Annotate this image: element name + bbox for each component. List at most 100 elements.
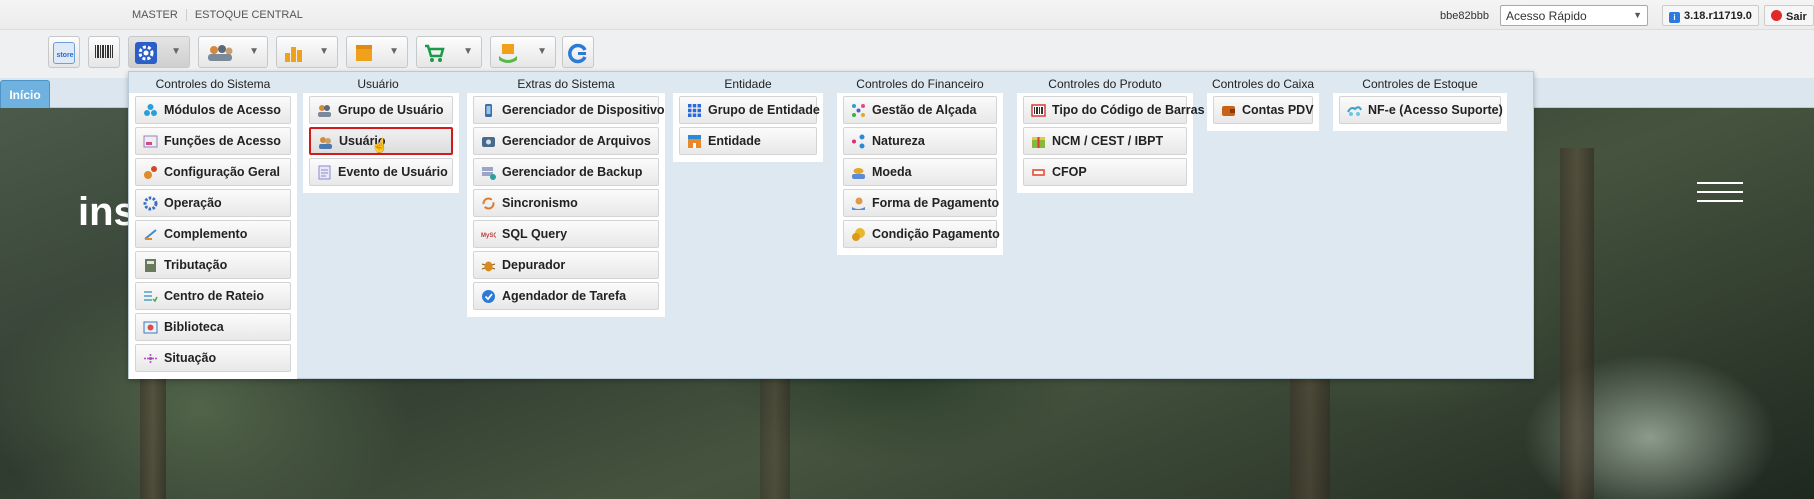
- menu-item-complemento[interactable]: Complemento: [135, 220, 291, 248]
- breadcrumb: MASTER ESTOQUE CENTRAL: [132, 9, 311, 22]
- box-menu-button[interactable]: ▼: [346, 36, 408, 68]
- menu-item-natureza[interactable]: Natureza: [843, 127, 997, 155]
- users-menu-button[interactable]: ▼: [198, 36, 268, 68]
- reports-menu-button[interactable]: ▼: [276, 36, 338, 68]
- column-title: Usuário: [357, 77, 399, 91]
- menu-item-tipo-codigo-barras[interactable]: Tipo do Código de Barras: [1023, 96, 1205, 124]
- chevron-down-icon: ▼: [1633, 10, 1642, 20]
- store-button[interactable]: store: [48, 36, 80, 68]
- breadcrumb-company[interactable]: MASTER: [132, 9, 178, 21]
- menu-item-grupo-usuario[interactable]: Grupo de Usuário: [309, 96, 453, 124]
- menu-item-label: Natureza: [872, 134, 925, 148]
- menu-item-label: Gerenciador de Backup: [502, 165, 643, 179]
- menu-item-label: Tipo do Código de Barras: [1052, 103, 1205, 117]
- menu-item-tributacao[interactable]: Tributação: [135, 251, 291, 279]
- column-title: Controles do Caixa: [1211, 77, 1315, 91]
- approval-icon: [851, 103, 866, 118]
- menu-item-label: Contas PDV: [1242, 103, 1314, 117]
- menu-item-centro-rateio[interactable]: Centro de Rateio: [135, 282, 291, 310]
- cart-menu-button[interactable]: ▼: [416, 36, 482, 68]
- menu-item-cfop[interactable]: CFOP: [1023, 158, 1187, 186]
- column-panel: NF-e (Acesso Suporte): [1333, 93, 1507, 131]
- menu-item-label: Configuração Geral: [164, 165, 280, 179]
- menu-item-evento-usuario[interactable]: Evento de Usuário: [309, 158, 453, 186]
- menu-item-label: NCM / CEST / IBPT: [1052, 134, 1164, 148]
- power-icon: [1771, 10, 1782, 21]
- column-panel: Grupo de Entidade Entidade: [673, 93, 823, 162]
- column-panel: Tipo do Código de Barras NCM / CEST / IB…: [1017, 93, 1205, 193]
- version-badge[interactable]: i 3.18.r11719.0: [1662, 5, 1759, 26]
- barcode-icon: [93, 42, 115, 64]
- menu-item-depurador[interactable]: Depurador: [473, 251, 659, 279]
- entity-group-icon: [687, 103, 702, 118]
- menu-item-usuario[interactable]: Usuário ☝: [309, 127, 453, 155]
- menu-column-finance: Controles do Financeiro Gestão de Alçada…: [837, 72, 1003, 255]
- menu-item-sincronismo[interactable]: Sincronismo: [473, 189, 659, 217]
- cart-icon: [423, 42, 445, 64]
- menu-column-extras: Extras do Sistema Gerenciador de Disposi…: [467, 72, 665, 317]
- library-icon: [143, 320, 158, 335]
- sync-icon: [481, 196, 496, 211]
- top-header: MASTER ESTOQUE CENTRAL bbe82bbb Acesso Rá…: [0, 0, 1814, 30]
- menu-item-moeda[interactable]: Moeda: [843, 158, 997, 186]
- operation-gear-icon: [143, 196, 158, 211]
- menu-item-gerenciador-arquivos[interactable]: Gerenciador de Arquivos: [473, 127, 659, 155]
- chevron-down-icon: ▼: [537, 46, 547, 57]
- settings-menu-button[interactable]: ▼: [128, 36, 190, 68]
- menu-item-label: Gestão de Alçada: [872, 103, 977, 117]
- menu-column-product: Controles do Produto Tipo do Código de B…: [1017, 72, 1205, 193]
- menu-item-label: Funções de Acesso: [164, 134, 281, 148]
- barcode-type-icon: [1031, 103, 1046, 118]
- menu-item-label: Centro de Rateio: [164, 289, 265, 303]
- menu-item-grupo-entidade[interactable]: Grupo de Entidade: [679, 96, 820, 124]
- menu-item-forma-pagamento[interactable]: Forma de Pagamento: [843, 189, 1000, 217]
- boleto-button[interactable]: [88, 36, 120, 68]
- menu-item-condicao-pagamento[interactable]: Condição Pagamento: [843, 220, 1000, 248]
- menu-item-configuracao-geral[interactable]: Configuração Geral: [135, 158, 291, 186]
- sync-button[interactable]: [562, 36, 594, 68]
- menu-column-system: Controles do Sistema Módulos de Acesso F…: [129, 72, 297, 379]
- menu-item-sql-query[interactable]: MySQL SQL Query: [473, 220, 659, 248]
- column-title: Controles de Estoque: [1362, 77, 1478, 91]
- menu-item-operacao[interactable]: Operação: [135, 189, 291, 217]
- menu-item-label: Entidade: [708, 134, 761, 148]
- menu-item-ncm-cest-ibpt[interactable]: NCM / CEST / IBPT: [1023, 127, 1187, 155]
- column-panel: Gestão de Alçada Natureza Moeda Forma de…: [837, 93, 1003, 255]
- menu-item-modulos-acesso[interactable]: Módulos de Acesso: [135, 96, 291, 124]
- quick-access-select[interactable]: Acesso Rápido ▼: [1500, 5, 1648, 26]
- menu-item-entidade[interactable]: Entidade: [679, 127, 817, 155]
- logout-button[interactable]: Sair: [1764, 5, 1814, 26]
- menu-item-contas-pdv[interactable]: Contas PDV: [1213, 96, 1314, 124]
- ncm-icon: [1031, 134, 1046, 149]
- breadcrumb-separator: [185, 9, 187, 22]
- breadcrumb-store[interactable]: ESTOQUE CENTRAL: [195, 9, 303, 21]
- menu-item-label: Operação: [164, 196, 222, 210]
- menu-item-gestao-alcada[interactable]: Gestão de Alçada: [843, 96, 997, 124]
- menu-item-situacao[interactable]: Situação: [135, 344, 291, 372]
- modules-icon: [143, 103, 158, 118]
- menu-item-label: Agendador de Tarefa: [502, 289, 627, 303]
- menu-item-label: Evento de Usuário: [338, 165, 448, 179]
- chevron-down-icon: ▼: [249, 46, 259, 57]
- bar-chart-icon: [283, 42, 305, 64]
- menu-item-gerenciador-dispositivo[interactable]: Gerenciador de Dispositivo: [473, 96, 665, 124]
- complement-icon: [143, 227, 158, 242]
- menu-item-label: CFOP: [1052, 165, 1087, 179]
- bug-icon: [481, 258, 496, 273]
- nature-icon: [851, 134, 866, 149]
- session-hash: bbe82bbb: [1440, 10, 1489, 22]
- tab-inicio[interactable]: Início: [0, 80, 50, 108]
- gear-icon: [135, 42, 157, 64]
- menu-item-nfe-acesso-suporte[interactable]: NF-e (Acesso Suporte): [1339, 96, 1503, 124]
- menu-item-funcoes-acesso[interactable]: Funções de Acesso: [135, 127, 291, 155]
- menu-item-gerenciador-backup[interactable]: Gerenciador de Backup: [473, 158, 659, 186]
- menu-item-agendador-tarefa[interactable]: Agendador de Tarefa: [473, 282, 659, 310]
- product-menu-button[interactable]: ▼: [490, 36, 556, 68]
- menu-item-biblioteca[interactable]: Biblioteca: [135, 313, 291, 341]
- user-icon: [318, 135, 333, 150]
- store-icon: store: [53, 42, 75, 64]
- checklist-icon: [143, 289, 158, 304]
- column-title: Entidade: [724, 77, 772, 91]
- hamburger-menu-icon[interactable]: [1697, 182, 1743, 202]
- menu-item-label: Forma de Pagamento: [872, 196, 1000, 210]
